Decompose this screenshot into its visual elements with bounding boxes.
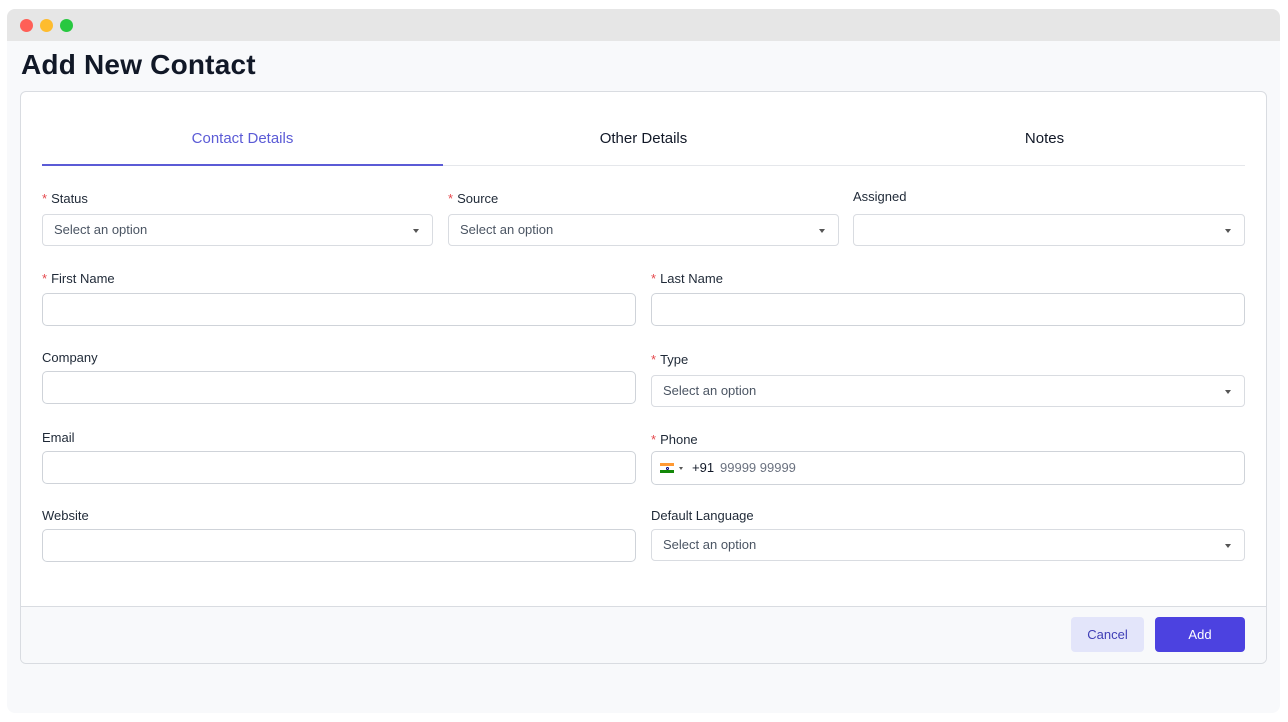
tab-contact-details[interactable]: Contact Details: [42, 112, 443, 166]
website-input[interactable]: [42, 529, 636, 562]
assigned-label: Assigned: [853, 189, 907, 204]
status-label: * Status: [42, 191, 88, 206]
company-field: Company: [42, 349, 636, 404]
tab-notes[interactable]: Notes: [844, 112, 1245, 165]
assigned-select[interactable]: [853, 214, 1245, 246]
chevron-down-icon: [1225, 544, 1231, 548]
add-button[interactable]: Add: [1155, 617, 1245, 652]
company-label: Company: [42, 350, 98, 365]
required-marker: *: [42, 191, 48, 206]
chevron-down-icon: [1225, 390, 1231, 394]
contact-form-card: Contact Details Other Details Notes * Sta…: [20, 91, 1267, 664]
first-name-label: * First Name: [42, 271, 115, 286]
form-footer: Cancel Add: [21, 606, 1266, 663]
last-name-input[interactable]: [651, 293, 1245, 326]
phone-label: * Phone: [651, 432, 698, 447]
maximize-window-button[interactable]: [60, 19, 73, 32]
tab-bar: Contact Details Other Details Notes: [42, 112, 1245, 166]
required-marker: *: [448, 191, 454, 206]
required-marker: *: [651, 352, 657, 367]
website-field: Website: [42, 507, 636, 562]
chevron-down-icon: [819, 229, 825, 233]
default-language-field: Default Language Select an option: [651, 507, 1245, 561]
close-window-button[interactable]: [20, 19, 33, 32]
source-select-placeholder: Select an option: [460, 222, 554, 237]
type-select-placeholder: Select an option: [663, 383, 757, 398]
app-window: Add New Contact Contact Details Other De…: [7, 9, 1280, 713]
last-name-field: * Last Name: [651, 270, 1245, 326]
required-marker: *: [651, 271, 657, 286]
last-name-label: * Last Name: [651, 271, 723, 286]
status-select-placeholder: Select an option: [54, 222, 148, 237]
website-label: Website: [42, 508, 89, 523]
status-select[interactable]: Select an option: [42, 214, 433, 246]
source-select[interactable]: Select an option: [448, 214, 839, 246]
tab-other-details[interactable]: Other Details: [443, 112, 844, 165]
phone-placeholder: 99999 99999: [720, 460, 796, 475]
type-label: * Type: [651, 352, 689, 367]
email-label: Email: [42, 430, 75, 445]
country-dropdown-caret-icon[interactable]: [679, 467, 683, 470]
source-label: * Source: [448, 191, 499, 206]
company-input[interactable]: [42, 371, 636, 404]
type-select[interactable]: Select an option: [651, 375, 1245, 407]
india-flag-icon[interactable]: [660, 463, 674, 473]
default-language-select[interactable]: Select an option: [651, 529, 1245, 561]
email-field: Email: [42, 429, 636, 484]
default-language-select-placeholder: Select an option: [663, 537, 757, 552]
phone-field: * Phone +91 99999 99999: [651, 431, 1245, 485]
required-marker: *: [651, 432, 657, 447]
status-field: * Status Select an option: [42, 190, 433, 246]
required-marker: *: [42, 271, 48, 286]
assigned-field: Assigned: [853, 188, 1245, 246]
page-title: Add New Contact: [21, 49, 256, 80]
cancel-button[interactable]: Cancel: [1071, 617, 1144, 652]
phone-dial-code: +91: [692, 460, 715, 475]
type-field: * Type Select an option: [651, 351, 1245, 407]
window-titlebar: [7, 9, 1280, 41]
first-name-field: * First Name: [42, 270, 636, 326]
email-input[interactable]: [42, 451, 636, 484]
default-language-label: Default Language: [651, 508, 754, 523]
chevron-down-icon: [413, 229, 419, 233]
minimize-window-button[interactable]: [40, 19, 53, 32]
source-field: * Source Select an option: [448, 190, 839, 246]
phone-input[interactable]: +91 99999 99999: [651, 451, 1245, 485]
first-name-input[interactable]: [42, 293, 636, 326]
chevron-down-icon: [1225, 229, 1231, 233]
